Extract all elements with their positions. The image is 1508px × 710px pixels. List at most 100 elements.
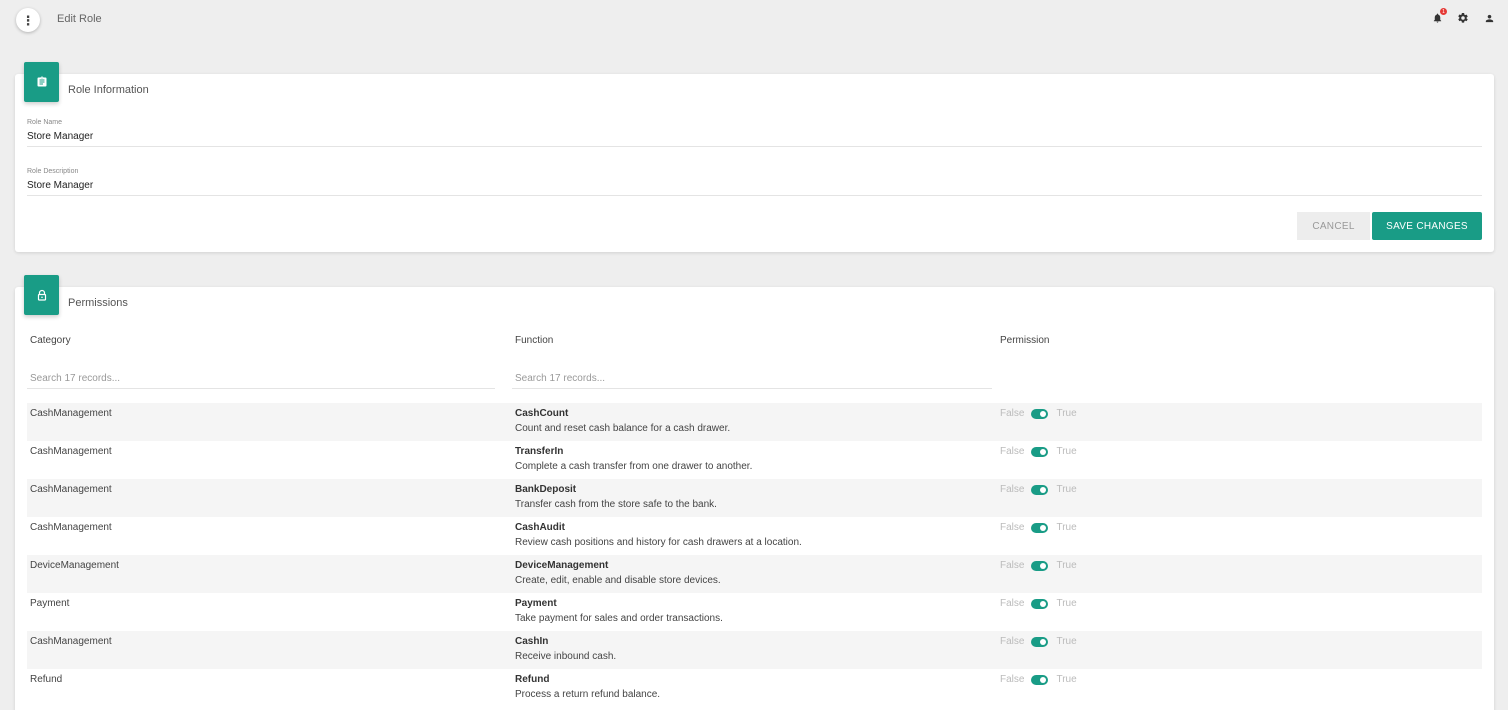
permission-true-label: True bbox=[1056, 598, 1077, 609]
category-cell: Refund bbox=[30, 674, 63, 685]
function-description-cell: Complete a cash transfer from one drawer… bbox=[515, 461, 753, 472]
permission-cell: False True bbox=[1000, 598, 1077, 609]
category-cell: CashManagement bbox=[30, 446, 112, 457]
permission-false-label: False bbox=[1000, 484, 1025, 495]
role-name-input[interactable]: Store Manager bbox=[27, 131, 1482, 146]
cancel-button[interactable]: CANCEL bbox=[1297, 212, 1370, 240]
column-header-permission[interactable]: Permission bbox=[1000, 335, 1049, 346]
permission-toggle[interactable] bbox=[1031, 674, 1049, 685]
toggle-knob bbox=[1040, 410, 1047, 417]
permissions-title: Permissions bbox=[68, 297, 128, 309]
permission-cell: False True bbox=[1000, 408, 1077, 419]
permission-false-label: False bbox=[1000, 598, 1025, 609]
page-title: Edit Role bbox=[57, 13, 102, 25]
notification-bell-icon[interactable]: 1 bbox=[1430, 8, 1447, 25]
toggle-knob bbox=[1040, 676, 1047, 683]
toggle-knob bbox=[1040, 562, 1047, 569]
permission-false-label: False bbox=[1000, 636, 1025, 647]
function-name-cell: CashCount bbox=[515, 408, 569, 419]
toggle-knob bbox=[1040, 524, 1047, 531]
permission-true-label: True bbox=[1056, 636, 1077, 647]
toggle-knob bbox=[1040, 486, 1047, 493]
function-description-cell: Process a return refund balance. bbox=[515, 689, 661, 700]
role-name-label: Role Name bbox=[27, 119, 63, 126]
more-menu-button[interactable]: ⋮ bbox=[16, 8, 40, 32]
permission-cell: False True bbox=[1000, 522, 1077, 533]
permissions-table-body: CashManagement CashCount Count and reset c… bbox=[27, 403, 1482, 707]
permission-true-label: True bbox=[1056, 446, 1077, 457]
table-row: CashManagement CashCount Count and reset c… bbox=[27, 403, 1482, 441]
category-cell: CashManagement bbox=[30, 484, 112, 495]
settings-gear-icon[interactable] bbox=[1456, 11, 1470, 25]
category-cell: CashManagement bbox=[30, 636, 112, 647]
permission-true-label: True bbox=[1056, 408, 1077, 419]
function-description-cell: Review cash positions and history for ca… bbox=[515, 537, 802, 548]
permission-cell: False True bbox=[1000, 560, 1077, 571]
role-name-field[interactable]: Role Name Store Manager bbox=[27, 119, 1482, 147]
role-description-field[interactable]: Role Description Store Manager bbox=[27, 168, 1482, 196]
function-name-cell: CashAudit bbox=[515, 522, 565, 533]
table-row: Payment Payment Take payment for sales and… bbox=[27, 593, 1482, 631]
user-account-icon[interactable] bbox=[1482, 11, 1496, 25]
column-header-category[interactable]: Category bbox=[30, 335, 71, 346]
table-row: CashManagement BankDeposit Transfer cash f… bbox=[27, 479, 1482, 517]
role-description-label: Role Description bbox=[27, 168, 79, 175]
role-information-card: Role Information Role Name Store Manager… bbox=[15, 62, 1494, 252]
permission-cell: False True bbox=[1000, 674, 1077, 685]
function-name-cell: CashIn bbox=[515, 636, 549, 647]
category-cell: Payment bbox=[30, 598, 70, 609]
category-cell: CashManagement bbox=[30, 408, 112, 419]
permission-true-label: True bbox=[1056, 674, 1077, 685]
top-bar: ⋮ Edit Role 1 bbox=[0, 0, 1508, 40]
lock-icon bbox=[24, 275, 59, 315]
permission-toggle[interactable] bbox=[1031, 598, 1049, 609]
function-search-input[interactable]: Search 17 records... bbox=[512, 367, 992, 389]
role-information-title: Role Information bbox=[68, 84, 149, 96]
permission-false-label: False bbox=[1000, 522, 1025, 533]
role-description-input[interactable]: Store Manager bbox=[27, 180, 1482, 195]
notification-badge: 1 bbox=[1440, 8, 1447, 15]
clipboard-icon bbox=[24, 62, 59, 102]
function-name-cell: Refund bbox=[515, 674, 550, 685]
category-cell: CashManagement bbox=[30, 522, 112, 533]
permission-false-label: False bbox=[1000, 674, 1025, 685]
permission-toggle[interactable] bbox=[1031, 446, 1049, 457]
table-row: DeviceManagement DeviceManagement Create, … bbox=[27, 555, 1482, 593]
permission-false-label: False bbox=[1000, 446, 1025, 457]
toggle-knob bbox=[1040, 600, 1047, 607]
function-description-cell: Count and reset cash balance for a cash … bbox=[515, 423, 731, 434]
permission-true-label: True bbox=[1056, 560, 1077, 571]
save-changes-button[interactable]: SAVE CHANGES bbox=[1372, 212, 1482, 240]
permissions-card: Permissions Category Function Permission… bbox=[15, 275, 1494, 710]
function-name-cell: DeviceManagement bbox=[515, 560, 609, 571]
table-row: CashManagement CashAudit Review cash posit… bbox=[27, 517, 1482, 555]
function-description-cell: Create, edit, enable and disable store d… bbox=[515, 575, 721, 586]
permission-toggle[interactable] bbox=[1031, 636, 1049, 647]
top-icons: 1 bbox=[1430, 8, 1496, 25]
function-name-cell: BankDeposit bbox=[515, 484, 577, 495]
table-row: Refund Refund Process a return refund bala… bbox=[27, 669, 1482, 707]
permission-toggle[interactable] bbox=[1031, 484, 1049, 495]
permission-toggle[interactable] bbox=[1031, 408, 1049, 419]
category-cell: DeviceManagement bbox=[30, 560, 119, 571]
toggle-knob bbox=[1040, 638, 1047, 645]
column-header-function[interactable]: Function bbox=[515, 335, 553, 346]
function-description-cell: Take payment for sales and order transac… bbox=[515, 613, 723, 624]
permission-toggle[interactable] bbox=[1031, 522, 1049, 533]
permission-cell: False True bbox=[1000, 636, 1077, 647]
function-description-cell: Receive inbound cash. bbox=[515, 651, 617, 662]
function-name-cell: TransferIn bbox=[515, 446, 564, 457]
permission-true-label: True bbox=[1056, 484, 1077, 495]
permission-toggle[interactable] bbox=[1031, 560, 1049, 571]
permission-false-label: False bbox=[1000, 408, 1025, 419]
function-name-cell: Payment bbox=[515, 598, 557, 609]
table-row: CashManagement CashIn Receive inbound cash… bbox=[27, 631, 1482, 669]
function-description-cell: Transfer cash from the store safe to the… bbox=[515, 499, 717, 510]
category-search-input[interactable]: Search 17 records... bbox=[27, 367, 495, 389]
permission-true-label: True bbox=[1056, 522, 1077, 533]
permission-false-label: False bbox=[1000, 560, 1025, 571]
permission-cell: False True bbox=[1000, 484, 1077, 495]
toggle-knob bbox=[1040, 448, 1047, 455]
table-row: CashManagement TransferIn Complete a cash … bbox=[27, 441, 1482, 479]
permission-cell: False True bbox=[1000, 446, 1077, 457]
